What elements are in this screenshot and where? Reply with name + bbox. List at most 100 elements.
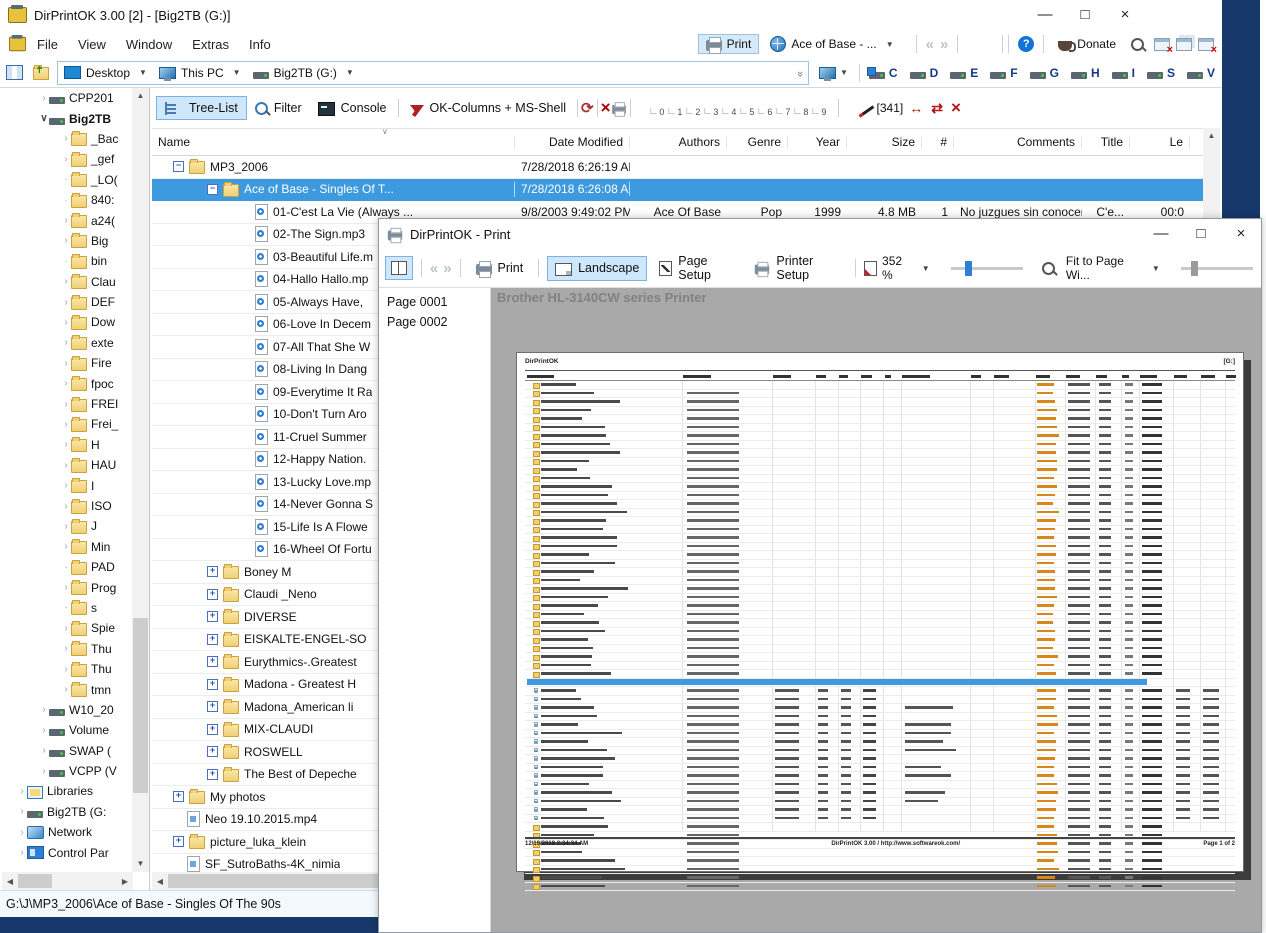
tree-depth-0-icon[interactable]: 0 (648, 100, 666, 117)
console-button[interactable]: Console (310, 97, 395, 120)
sidebar-item-dow[interactable]: ›Dow (2, 312, 149, 332)
sidebar-item-pad[interactable]: ·PAD (2, 557, 149, 577)
tree-depth-8-icon[interactable]: 8 (792, 100, 810, 117)
expand-icon[interactable]: + (207, 566, 218, 577)
fit-slider[interactable] (1181, 267, 1253, 270)
sidebar-item-thu[interactable]: ›Thu (2, 659, 149, 679)
crumb-this-pc[interactable]: This PC▼ (159, 66, 249, 80)
help-button[interactable]: ? (1018, 36, 1034, 52)
sidebar-item-clau[interactable]: ›Clau (2, 272, 149, 292)
expand-icon[interactable]: + (207, 679, 218, 690)
tree-depth-4-icon[interactable]: 4 (720, 100, 738, 117)
tree-depth-7-icon[interactable]: 7 (774, 100, 792, 117)
donate-button[interactable]: Donate (1053, 35, 1121, 53)
menu-item-view[interactable]: View (68, 33, 116, 56)
sidebar-item-frei[interactable]: ›FREI (2, 394, 149, 414)
expand-icon[interactable]: › (61, 501, 71, 512)
chevron-down-icon[interactable]: ▼ (233, 68, 241, 77)
slider-thumb[interactable] (1191, 261, 1198, 276)
close-window-icon[interactable] (1154, 38, 1170, 51)
column-header-date-modified[interactable]: Date Modified (515, 135, 630, 149)
drive-button-h[interactable]: H (1071, 66, 1100, 80)
this-pc-icon[interactable] (819, 67, 836, 79)
expand-icon[interactable]: › (61, 582, 71, 593)
measure-icon[interactable] (858, 105, 874, 117)
expand-icon[interactable]: › (61, 317, 71, 328)
sidebar-item--bac[interactable]: ›_Bac (2, 129, 149, 149)
swap-columns-icon[interactable]: ↔ (909, 100, 923, 116)
expand-icon[interactable]: › (17, 806, 27, 817)
drive-button-i[interactable]: I (1112, 66, 1135, 80)
column-header-authors[interactable]: Authors (630, 135, 727, 149)
next-page-button[interactable]: » (443, 260, 451, 277)
expand-icon[interactable]: › (17, 847, 27, 858)
collapse-icon[interactable]: − (173, 161, 184, 172)
sidebar-item-thu[interactable]: ›Thu (2, 639, 149, 659)
cascade-windows-icon[interactable] (1176, 38, 1192, 51)
menu-item-info[interactable]: Info (239, 33, 281, 56)
expand-icon[interactable]: › (61, 664, 71, 675)
scrollbar-thumb[interactable] (18, 874, 52, 888)
crumb-big2tb-g-[interactable]: Big2TB (G:)▼ (253, 66, 362, 80)
scroll-up-icon[interactable]: ▲ (1203, 128, 1220, 144)
scroll-up-icon[interactable]: ▲ (132, 88, 149, 104)
drive-button-d[interactable]: D (910, 66, 939, 80)
drive-button-v[interactable]: V (1187, 66, 1215, 80)
sidebar-item-network[interactable]: ›Network (2, 822, 149, 842)
preview-sheet[interactable]: DirPrintOK [G:] 12/19/2018 2:34:34 AM Di… (516, 352, 1244, 872)
sidebar-item-fire[interactable]: ›Fire (2, 353, 149, 373)
sidebar-item-big2tb-g-[interactable]: ›Big2TB (G: (2, 802, 149, 822)
expand-icon[interactable]: + (207, 656, 218, 667)
column-header-size[interactable]: Size (847, 135, 922, 149)
page-list-item-2[interactable]: Page 0002 (379, 312, 490, 332)
sidebar-item-i[interactable]: ›I (2, 475, 149, 495)
scroll-right-icon[interactable]: ▶ (117, 877, 133, 886)
collapse-icon[interactable]: − (207, 184, 218, 195)
close-button[interactable]: × (1105, 0, 1145, 30)
scroll-down-icon[interactable]: ▼ (132, 856, 149, 872)
scroll-left-icon[interactable]: ◀ (152, 877, 168, 886)
chevron-down-icon[interactable]: ▼ (840, 68, 848, 77)
expand-icon[interactable]: › (61, 215, 71, 226)
expand-icon[interactable]: + (207, 746, 218, 757)
zoom-slider[interactable] (951, 267, 1023, 270)
page-list-item-1[interactable]: Page 0001 (379, 292, 490, 312)
expand-icon[interactable]: › (39, 704, 49, 715)
page-setup-button[interactable]: Page Setup (652, 250, 742, 286)
sidebar-item-bin[interactable]: ·bin (2, 251, 149, 271)
sidebar-item-a24-[interactable]: ›a24( (2, 210, 149, 230)
scrollbar-thumb[interactable] (133, 618, 148, 793)
expand-icon[interactable]: › (61, 480, 71, 491)
zoom-dropdown-icon[interactable]: ▼ (922, 264, 930, 273)
expand-icon[interactable]: › (39, 766, 49, 777)
maximize-button[interactable]: □ (1181, 219, 1221, 249)
expand-icon[interactable]: › (61, 297, 71, 308)
expand-icon[interactable]: + (173, 791, 184, 802)
column-header-le[interactable]: Le (1130, 135, 1190, 149)
table-row[interactable]: −Ace of Base - Singles Of T...7/28/2018 … (152, 179, 1220, 202)
column-header-year[interactable]: Year (788, 135, 847, 149)
tree-depth-3-icon[interactable]: 3 (702, 100, 720, 117)
drive-button-g[interactable]: G (1030, 66, 1059, 80)
print-button[interactable]: Print (698, 34, 760, 54)
expand-icon[interactable]: › (17, 827, 27, 838)
expand-icon[interactable]: + (207, 611, 218, 622)
sidebar-item-h[interactable]: ›H (2, 435, 149, 455)
tree-depth-6-icon[interactable]: 6 (756, 100, 774, 117)
expand-icon[interactable]: › (61, 439, 71, 450)
breadcrumb-overflow-chevron-icon[interactable]: » (794, 70, 806, 74)
sidebar-item-big2tb[interactable]: ∨Big2TB (2, 108, 149, 128)
tree-depth-2-icon[interactable]: 2 (684, 100, 702, 117)
expand-icon[interactable]: › (39, 725, 49, 736)
expand-icon[interactable]: › (17, 786, 27, 797)
expand-icon[interactable]: › (61, 133, 71, 144)
sidebar-item--lo-[interactable]: ·_LO( (2, 170, 149, 190)
expand-icon[interactable]: › (61, 460, 71, 471)
two-page-view-button[interactable] (385, 256, 413, 280)
tree-horizontal-scrollbar[interactable]: ◀ ▶ (2, 872, 133, 890)
filter-button[interactable]: Filter (247, 97, 310, 119)
clear-icon[interactable]: × (601, 98, 611, 118)
close-button[interactable]: × (1221, 219, 1261, 249)
sidebar-item-w10-20[interactable]: ›W10_20 (2, 700, 149, 720)
close-all-windows-icon[interactable] (1198, 38, 1214, 51)
